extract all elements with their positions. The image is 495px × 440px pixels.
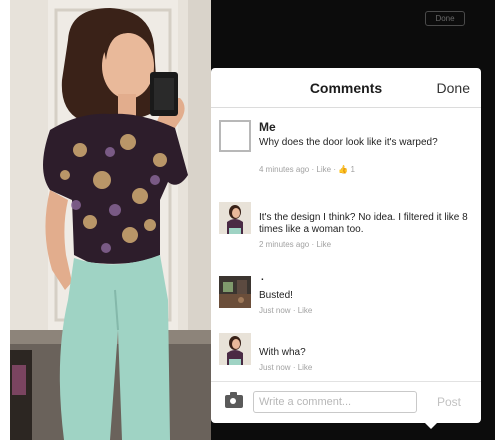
comment-time: Just now bbox=[259, 306, 291, 315]
comment-meta: Just now · Like bbox=[259, 306, 313, 315]
comment-author[interactable]: Me bbox=[259, 120, 276, 134]
selfie-photo bbox=[10, 0, 211, 440]
comment-composer: Post bbox=[211, 381, 481, 423]
panel-pointer bbox=[424, 422, 438, 429]
comments-panel: Comments Done Me Why does the door look … bbox=[211, 68, 481, 423]
comment-item: It's the design I think? No idea. I filt… bbox=[219, 202, 475, 257]
like-link[interactable]: Like bbox=[316, 240, 331, 249]
room-avatar[interactable] bbox=[219, 276, 251, 308]
comment-input[interactable] bbox=[253, 391, 417, 413]
girl-avatar[interactable] bbox=[219, 333, 251, 365]
like-count: 1 bbox=[350, 165, 355, 174]
comment-time: 4 minutes ago bbox=[259, 165, 310, 174]
comment-item: Me Why does the door look like it's warp… bbox=[219, 120, 475, 180]
comment-text: With wha? bbox=[259, 347, 306, 358]
comment-meta: 2 minutes ago · Like bbox=[259, 240, 332, 249]
like-link[interactable]: Like bbox=[298, 306, 313, 315]
panel-header: Comments Done bbox=[211, 68, 481, 108]
comment-author[interactable]: . bbox=[261, 272, 266, 283]
comment-meta: 4 minutes ago · Like · 👍 1 bbox=[259, 165, 355, 174]
comment-text: Busted! bbox=[259, 290, 293, 301]
thumbs-up-icon: 👍 bbox=[338, 165, 349, 174]
comment-time: 2 minutes ago bbox=[259, 240, 310, 249]
empty-avatar[interactable] bbox=[219, 120, 251, 152]
like-link[interactable]: Like bbox=[298, 363, 313, 372]
background-done-button[interactable]: Done bbox=[425, 11, 465, 26]
comment-time: Just now bbox=[259, 363, 291, 372]
comment-meta: Just now · Like bbox=[259, 363, 313, 372]
comment-item: . Busted! Just now · Like bbox=[219, 272, 475, 326]
post-button[interactable]: Post bbox=[437, 395, 461, 409]
comment-text: Why does the door look like it's warped? bbox=[259, 137, 438, 148]
comment-item: With wha? Just now · Like bbox=[219, 333, 475, 378]
girl-avatar[interactable] bbox=[219, 202, 251, 234]
camera-icon[interactable] bbox=[225, 392, 243, 408]
comment-text: It's the design I think? No idea. I filt… bbox=[259, 212, 468, 235]
like-link[interactable]: Like bbox=[316, 165, 331, 174]
done-button[interactable]: Done bbox=[437, 80, 470, 96]
